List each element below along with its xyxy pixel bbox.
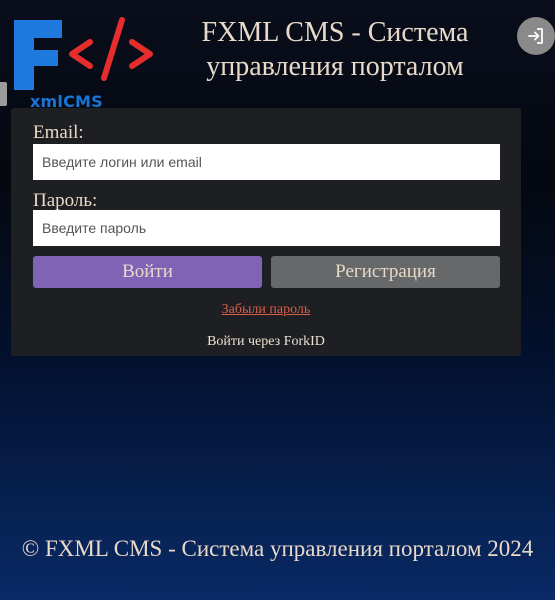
password-label: Пароль: — [33, 190, 98, 211]
page-title: FXML CMS - Система управления порталом — [201, 17, 469, 82]
password-input[interactable] — [33, 210, 500, 246]
logo[interactable]: xmlCMS — [10, 14, 160, 111]
sign-in-icon — [528, 28, 543, 44]
login-icon-button[interactable] — [517, 17, 555, 55]
email-label: Email: — [33, 122, 84, 143]
login-button[interactable]: Войти — [33, 256, 262, 288]
login-form: Email: Пароль: Войти Регистрация Забыли … — [11, 108, 521, 356]
register-button[interactable]: Регистрация — [271, 256, 500, 288]
forkid-login-link[interactable]: Войти через ForkID — [11, 334, 521, 350]
side-tab[interactable] — [0, 82, 7, 106]
footer-copyright: © FXML CMS - Система управления порталом… — [21, 536, 534, 561]
email-input[interactable] — [33, 144, 500, 180]
fxml-logo-icon — [14, 17, 153, 90]
forgot-password-link[interactable]: Забыли пароль — [11, 302, 521, 318]
